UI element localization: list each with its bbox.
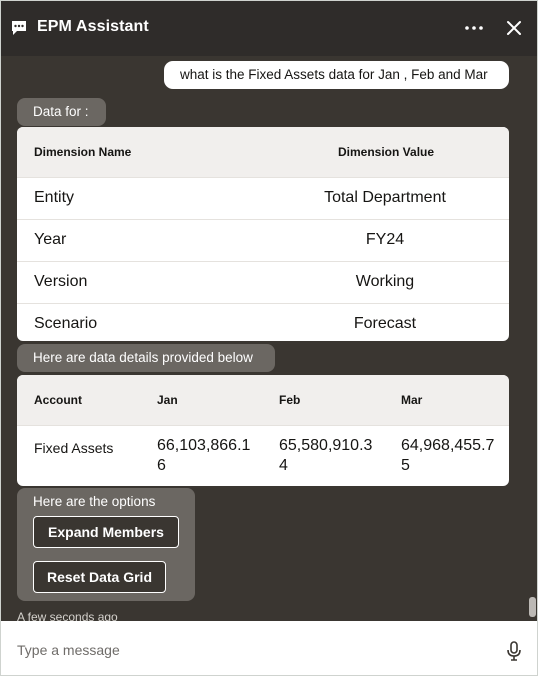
message-composer (1, 621, 537, 675)
dimension-table: Dimension Name Dimension Value Entity To… (17, 127, 509, 341)
message-timestamp: A few seconds ago (17, 610, 118, 621)
account-cell: Fixed Assets (34, 440, 114, 456)
message-input[interactable] (17, 639, 487, 661)
dimension-name: Year (34, 231, 67, 248)
dimension-name: Entity (34, 189, 75, 206)
table-header-row: Account Jan Feb Mar (17, 375, 509, 426)
column-header: Mar (401, 393, 423, 407)
more-icon[interactable] (463, 19, 485, 37)
table-row: Year FY24 (17, 220, 509, 262)
microphone-icon[interactable] (506, 641, 522, 661)
jan-value-cell: 66,103,866.16 (157, 437, 251, 474)
options-card: Here are the options Expand Members Rese… (17, 488, 195, 601)
conversation-area[interactable]: what is the Fixed Assets data for Jan , … (1, 56, 537, 621)
feb-value-cell: 65,580,910.34 (279, 437, 373, 474)
expand-members-button[interactable]: Expand Members (33, 516, 179, 548)
chat-bubble-icon (12, 21, 26, 35)
user-message: what is the Fixed Assets data for Jan , … (164, 61, 509, 89)
mar-value-cell: 64,968,455.75 (401, 437, 495, 474)
data-table: Account Jan Feb Mar Fixed Assets 66,103,… (17, 375, 509, 486)
options-title: Here are the options (33, 494, 156, 509)
table-row: Version Working (17, 262, 509, 304)
scrollbar-thumb[interactable] (529, 597, 536, 617)
table-header-row: Dimension Name Dimension Value (17, 127, 509, 178)
data-for-label: Data for : (17, 98, 106, 126)
details-label: Here are data details provided below (17, 344, 275, 372)
column-header: Dimension Value (338, 145, 435, 159)
reset-data-grid-button[interactable]: Reset Data Grid (33, 561, 166, 593)
table-row: Fixed Assets 66,103,866.16 65,580,910.34… (17, 426, 509, 486)
dimension-value: Total Department (324, 189, 446, 206)
table-row: Entity Total Department (17, 178, 509, 220)
close-icon[interactable] (505, 18, 523, 38)
app-title: EPM Assistant (37, 18, 149, 35)
column-header: Feb (279, 393, 301, 407)
assistant-window: EPM Assistant what is the Fixed Assets d… (0, 0, 538, 676)
header-bar: EPM Assistant (1, 1, 537, 56)
column-header: Jan (157, 393, 178, 407)
dimension-value: FY24 (365, 231, 405, 248)
column-header: Dimension Name (34, 145, 132, 159)
dimension-name: Scenario (34, 315, 98, 332)
table-row: Scenario Forecast (17, 304, 509, 341)
dimension-name: Version (34, 273, 88, 290)
dimension-value: Forecast (353, 315, 417, 332)
dimension-value: Working (355, 273, 415, 290)
column-header: Account (34, 393, 82, 407)
